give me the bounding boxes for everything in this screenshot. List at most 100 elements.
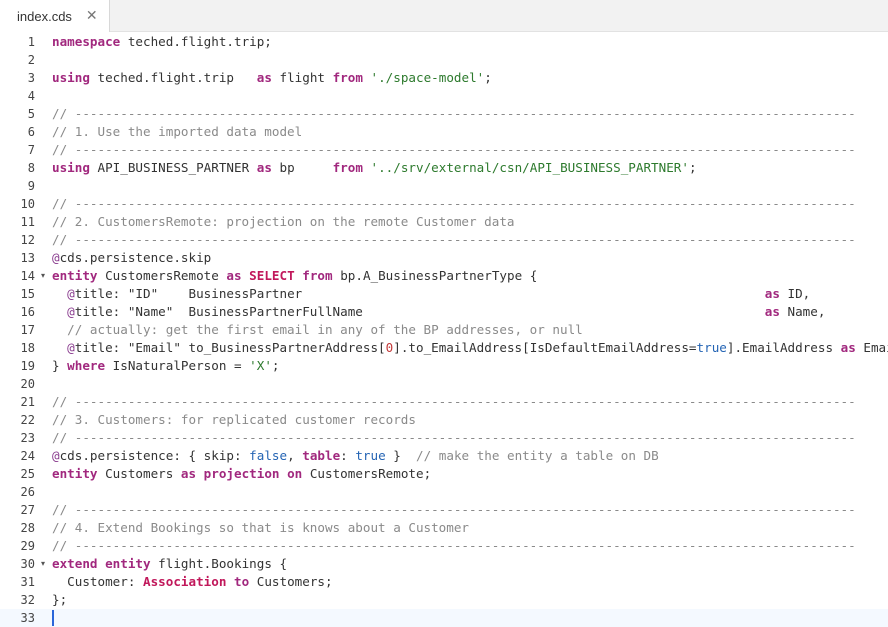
code-token: Email [863,340,888,355]
line-number: 6 [0,123,46,141]
line-number: 1 [0,33,46,51]
code-token: bp [271,160,333,175]
line-number: 26 [0,483,46,501]
line-number-text: 2 [27,53,35,67]
code-token: flight.Bookings { [150,556,288,571]
line-number-text: 20 [20,377,35,391]
code-line[interactable]: // -------------------------------------… [46,393,888,411]
line-number: 33 [0,609,46,627]
code-line[interactable]: // -------------------------------------… [46,429,888,447]
code-token: title: "Email" to_BusinessPartnerAddress… [74,340,386,355]
code-line[interactable]: entity Customers as projection on Custom… [46,465,888,483]
line-number: 8 [0,159,46,177]
line-number: 5 [0,105,46,123]
line-number: 21 [0,393,46,411]
code-line[interactable]: @title: "ID" BusinessPartner as ID, [46,285,888,303]
line-number-text: 19 [20,359,35,373]
line-number: 31 [0,573,46,591]
code-token: teched.flight.trip [89,70,257,85]
code-token: on [287,466,303,481]
code-token: Customers; [249,574,333,589]
code-line[interactable]: // 2. CustomersRemote: projection on the… [46,213,888,231]
tab-bar: index.cds ✕ [0,0,888,32]
fold-toggle-icon[interactable]: ▾ [41,267,45,285]
code-line[interactable]: // -------------------------------------… [46,537,888,555]
code-line[interactable]: @title: "Name" BusinessPartnerFullName a… [46,303,888,321]
close-icon[interactable]: ✕ [86,9,98,23]
code-token: ].to_EmailAddress[IsDefaultEmailAddress= [393,340,697,355]
code-token: ; [271,358,280,373]
line-number: 17 [0,321,46,339]
code-line[interactable]: @title: "Email" to_BusinessPartnerAddres… [46,339,888,357]
code-line[interactable]: using API_BUSINESS_PARTNER as bp from '.… [46,159,888,177]
code-token: @ [67,304,75,319]
code-token: './space-model' [370,70,485,85]
code-token: }; [52,592,68,607]
line-number: 32 [0,591,46,609]
code-line[interactable]: // 1. Use the imported data model [46,123,888,141]
code-editor[interactable]: 1 2 3 4 5 6 7 8 9 10 11 12 13 14 ▾ 15 16 17 18 19 20 21 22 23 24… [0,32,888,627]
code-line[interactable] [46,609,888,627]
code-token: @ [67,286,75,301]
code-token: true [355,448,386,463]
code-line[interactable]: // -------------------------------------… [46,105,888,123]
code-line[interactable]: // -------------------------------------… [46,231,888,249]
code-token: as [840,340,856,355]
line-number-text: 15 [20,287,35,301]
code-token: ].EmailAddress [726,340,841,355]
line-number: 24 [0,447,46,465]
code-token: Customers [97,466,181,481]
code-line[interactable] [46,375,888,393]
code-token: from [302,268,333,283]
code-line[interactable] [46,483,888,501]
line-number: 2 [0,51,46,69]
line-number: 16 [0,303,46,321]
code-token: using [52,160,90,175]
code-token: CustomersRemote; [302,466,432,481]
code-token: as [764,304,780,319]
code-token: true [696,340,727,355]
line-number-text: 9 [27,179,35,193]
line-number: 28 [0,519,46,537]
code-line[interactable]: // actually: get the first email in any … [46,321,888,339]
code-area[interactable]: namespace teched.flight.trip; using teche… [46,32,888,627]
code-line[interactable]: // -------------------------------------… [46,195,888,213]
code-token: // -------------------------------------… [52,538,856,553]
line-number: 13 [0,249,46,267]
code-token: // -------------------------------------… [52,430,856,445]
code-line[interactable]: @cds.persistence.skip [46,249,888,267]
code-token: to [234,574,250,589]
code-token: flight [271,70,333,85]
code-line[interactable]: @cds.persistence: { skip: false, table: … [46,447,888,465]
code-line[interactable] [46,87,888,105]
code-line[interactable] [46,177,888,195]
code-line[interactable]: }; [46,591,888,609]
code-line[interactable]: // 4. Extend Bookings so that is knows a… [46,519,888,537]
code-line[interactable]: Customer: Association to Customers; [46,573,888,591]
code-token: cds.persistence.skip [59,250,212,265]
code-line[interactable]: // 3. Customers: for replicated customer… [46,411,888,429]
line-number: 18 [0,339,46,357]
line-number: 10 [0,195,46,213]
tab-label: index.cds [17,8,72,24]
code-line[interactable]: // -------------------------------------… [46,141,888,159]
line-number-text: 17 [20,323,35,337]
code-line[interactable]: } where IsNaturalPerson = 'X'; [46,357,888,375]
code-line[interactable]: namespace teched.flight.trip; [46,33,888,51]
code-token: SELECT [249,268,295,283]
code-token: } [52,358,68,373]
tab-index-cds[interactable]: index.cds ✕ [0,0,110,32]
code-line[interactable]: entity CustomersRemote as SELECT from bp… [46,267,888,285]
code-line[interactable]: extend entity flight.Bookings { [46,555,888,573]
code-line[interactable] [46,51,888,69]
code-token: // -------------------------------------… [52,232,856,247]
line-number: 29 [0,537,46,555]
code-line[interactable]: using teched.flight.trip as flight from … [46,69,888,87]
line-number: 25 [0,465,46,483]
code-line[interactable]: // -------------------------------------… [46,501,888,519]
code-token: namespace [52,34,121,49]
code-token: as [764,286,780,301]
fold-toggle-icon[interactable]: ▾ [41,555,45,573]
